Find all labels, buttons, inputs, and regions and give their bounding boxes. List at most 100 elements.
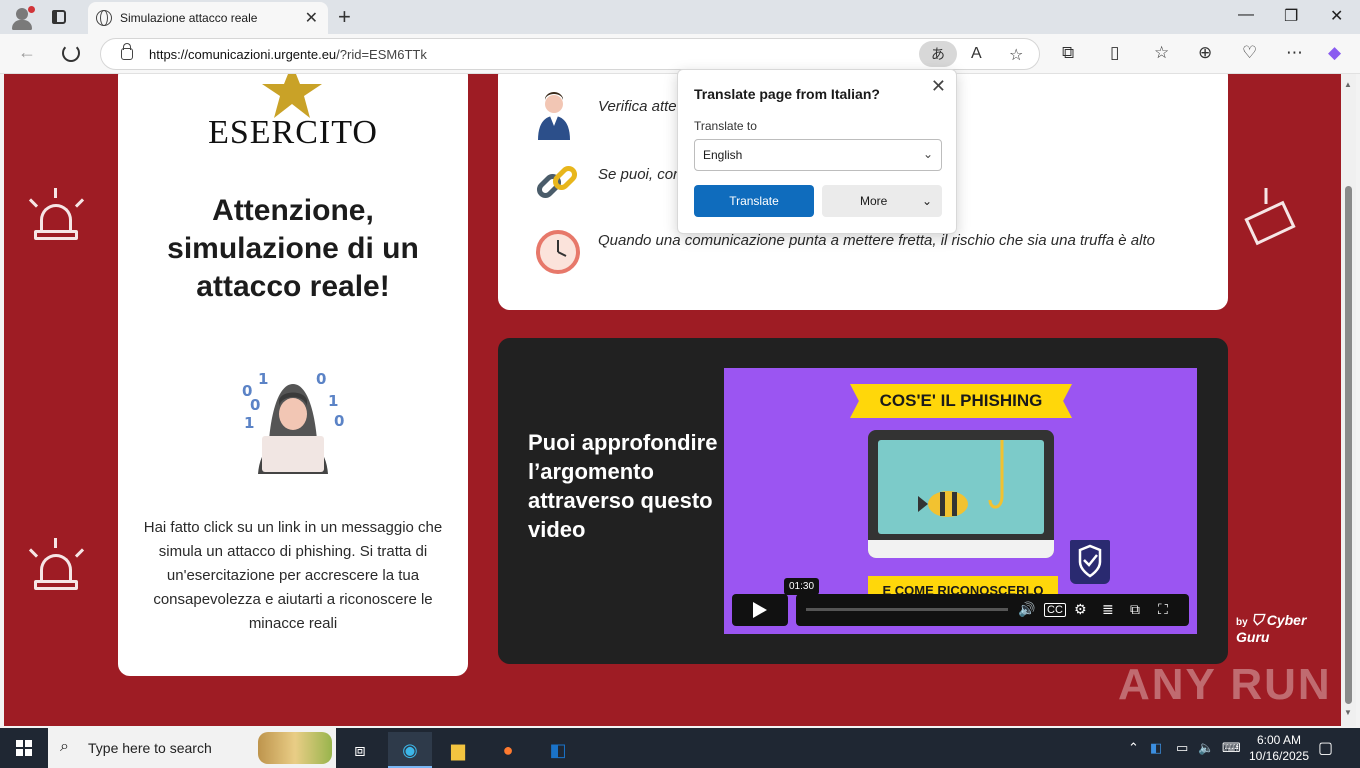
more-button[interactable]: More ⌄: [822, 185, 942, 217]
windows-start-icon[interactable]: [16, 740, 32, 756]
translate-icon[interactable]: あ: [919, 41, 957, 67]
description-text: Hai fatto click su un link in un messagg…: [143, 519, 443, 632]
star-logo-icon: [262, 74, 322, 118]
svg-text:0: 0: [250, 396, 260, 414]
new-tab-icon[interactable]: +: [338, 4, 351, 30]
person-icon: [538, 92, 570, 140]
video-title: Puoi approfondire l’argomento attraverso…: [528, 430, 718, 542]
reload-icon[interactable]: [62, 44, 80, 62]
clock-icon: [536, 230, 580, 274]
chevron-up-icon[interactable]: ⌃: [1128, 740, 1139, 756]
scroll-down-icon[interactable]: ▼: [1344, 708, 1352, 717]
network-icon[interactable]: ⌨: [1222, 740, 1241, 756]
fish-hook-icon: [918, 440, 1004, 517]
notifications-icon[interactable]: ▢: [1318, 738, 1333, 758]
taskbar-search[interactable]: ⌕ Type here to search: [48, 728, 336, 768]
task-view-icon[interactable]: ⧈: [338, 732, 382, 768]
page-title: Attenzione, simulazione di un attacco re…: [167, 194, 419, 303]
picture-in-picture-icon[interactable]: ⧉: [1130, 601, 1140, 618]
copilot-icon[interactable]: ◆: [1328, 43, 1341, 63]
tab-bar: Simulazione attacco reale ✕ + — ❐ ✕: [0, 0, 1360, 34]
captions-icon[interactable]: CC: [1044, 603, 1066, 617]
tip-text: Quando una comunicazione punta a mettere…: [598, 232, 1155, 249]
monitor-illustration: [868, 430, 1054, 558]
file-explorer-icon[interactable]: ▆: [436, 732, 480, 768]
popup-title: Translate page from Italian?: [694, 86, 880, 102]
address-bar: ← https://comunicazioni.urgente.eu/?rid=…: [0, 34, 1360, 74]
close-window-button[interactable]: ✕: [1330, 6, 1343, 26]
settings-gear-icon[interactable]: ⚙: [1074, 601, 1087, 618]
tab-active[interactable]: Simulazione attacco reale ✕: [88, 2, 328, 34]
transcript-icon[interactable]: ≣: [1102, 601, 1114, 618]
system-clock[interactable]: 6:00 AM 10/16/2025: [1244, 732, 1314, 764]
video-banner-top: COS'E' IL PHISHING: [850, 384, 1072, 418]
play-button[interactable]: [732, 594, 788, 626]
favorite-star-icon[interactable]: ☆: [1009, 45, 1023, 65]
minimize-button[interactable]: —: [1238, 6, 1254, 24]
hacker-illustration-icon: 0 1 0 1 0 1 0: [242, 370, 344, 474]
restore-button[interactable]: ❐: [1284, 6, 1298, 26]
meet-now-icon[interactable]: ▭: [1176, 740, 1188, 756]
browser-essentials-icon[interactable]: ♡: [1242, 43, 1257, 63]
split-screen-icon[interactable]: ▯: [1110, 43, 1119, 63]
volume-tray-icon[interactable]: 🔈: [1198, 740, 1214, 756]
outlook-icon[interactable]: ◧: [536, 732, 580, 768]
control-bar: 🔊 CC ⚙ ≣ ⧉ ⛶: [796, 594, 1189, 626]
translate-to-label: Translate to: [694, 119, 757, 133]
outlook-tray-icon[interactable]: ◧: [1150, 740, 1162, 756]
cyber-guru-logo: by ⛉ Cyber Guru: [1236, 612, 1307, 645]
brand-logo-text: ESERCITO: [208, 114, 378, 151]
edge-app-icon[interactable]: ◉: [388, 732, 432, 768]
svg-text:1: 1: [244, 414, 254, 432]
alarm-icon: [26, 536, 86, 596]
page-scrollbar[interactable]: ▲ ▼: [1341, 74, 1356, 726]
svg-text:0: 0: [316, 370, 326, 388]
lock-icon[interactable]: [121, 43, 133, 60]
close-tab-icon[interactable]: ✕: [305, 8, 318, 28]
tab-actions-icon[interactable]: [48, 8, 70, 26]
warning-card: ESERCITO Attenzione, simulazione di un a…: [118, 74, 468, 676]
alarm-icon: [26, 186, 86, 246]
tip-text: Verifica atte: [598, 98, 677, 115]
watermark: ANY RUN: [1118, 660, 1332, 709]
collections-icon[interactable]: ⊕: [1198, 43, 1212, 63]
tab-title: Simulazione attacco reale: [120, 11, 258, 25]
search-icon: ⌕: [60, 738, 69, 755]
search-placeholder: Type here to search: [88, 740, 212, 756]
firefox-icon[interactable]: ●: [486, 732, 530, 768]
globe-icon: [96, 10, 112, 26]
scroll-up-icon[interactable]: ▲: [1344, 80, 1352, 89]
scroll-thumb[interactable]: [1345, 186, 1352, 704]
chevron-down-icon: ⌄: [922, 147, 933, 161]
close-icon[interactable]: ✕: [931, 76, 946, 97]
back-icon[interactable]: ←: [18, 42, 36, 63]
url-text[interactable]: https://comunicazioni.urgente.eu/?rid=ES…: [149, 47, 427, 62]
video-timestamp: 01:30: [784, 578, 820, 595]
tip-text: Se puoi, cor: [598, 166, 679, 183]
chevron-down-icon: ⌄: [921, 194, 932, 208]
monitor-stand: [868, 540, 1054, 558]
fullscreen-icon[interactable]: ⛶: [1158, 601, 1168, 618]
language-select[interactable]: English ⌄: [694, 139, 942, 171]
link-icon: [536, 165, 578, 199]
video-player[interactable]: COS'E' IL PHISHING E COME RICONOSCERLO 0…: [724, 368, 1197, 634]
volume-icon[interactable]: 🔊: [1018, 601, 1035, 618]
shield-check-icon: ⛉: [1251, 612, 1263, 629]
taskbar: ⌕ Type here to search ⧈ ◉ ▆ ● ◧ ⌃ ◧ ▭ 🔈 …: [0, 728, 1360, 768]
more-menu-icon[interactable]: ⋯: [1286, 43, 1303, 63]
page-content: ESERCITO Attenzione, simulazione di un a…: [4, 74, 1341, 726]
translate-popup: Translate page from Italian? ✕ Translate…: [677, 69, 957, 234]
read-aloud-icon[interactable]: A: [971, 45, 982, 63]
favorites-icon[interactable]: ☆: [1154, 43, 1169, 63]
svg-text:1: 1: [328, 392, 338, 410]
extensions-icon[interactable]: ⧉: [1062, 43, 1074, 63]
shield-mug-icon: [1070, 540, 1110, 584]
search-highlight-image: [258, 732, 332, 764]
progress-bar[interactable]: [806, 608, 1008, 611]
svg-text:1: 1: [258, 370, 268, 388]
translate-button[interactable]: Translate: [694, 185, 814, 217]
video-controls: 🔊 CC ⚙ ≣ ⧉ ⛶: [732, 594, 1189, 626]
url-input[interactable]: https://comunicazioni.urgente.eu/?rid=ES…: [100, 38, 1040, 70]
profile-icon[interactable]: [10, 6, 35, 30]
phishing-hook-icon: [1244, 188, 1296, 246]
